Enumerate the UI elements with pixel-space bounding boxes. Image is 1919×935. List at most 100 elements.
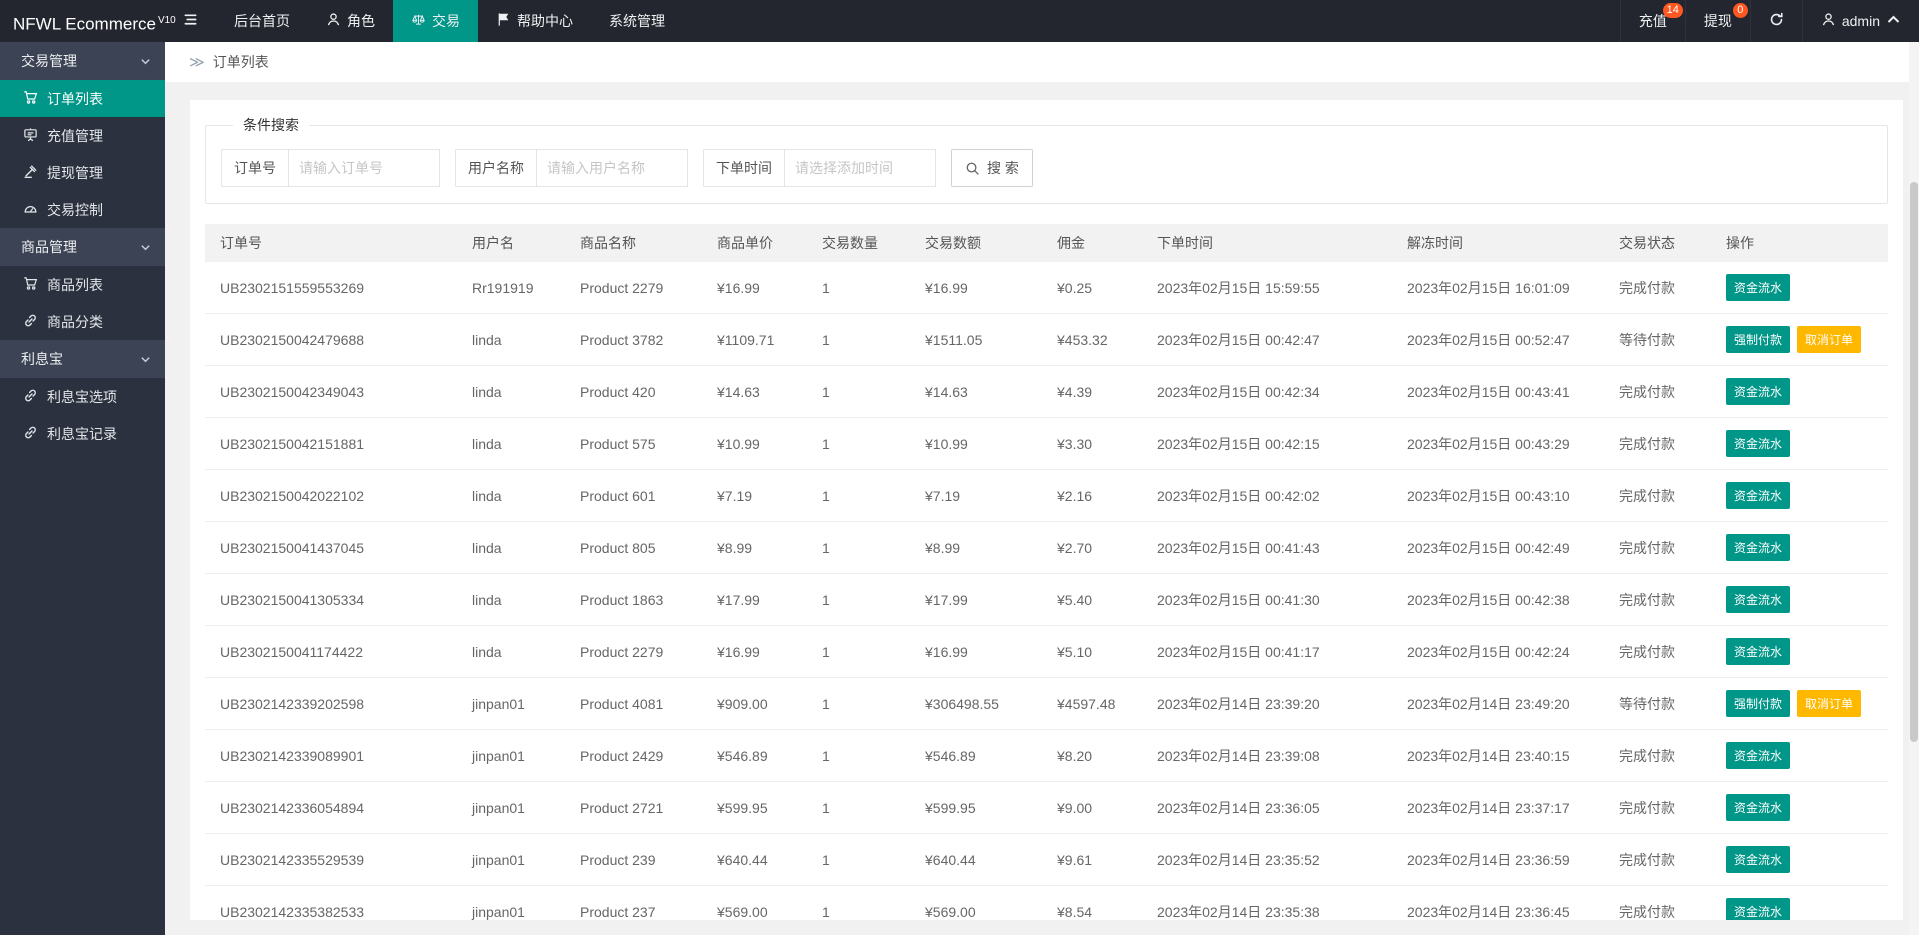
recharge-nav-button[interactable]: 充值 14 — [1619, 0, 1685, 42]
cell-order_time: 2023年02月15日 00:42:15 — [1142, 417, 1392, 470]
fund-flow-button[interactable]: 资金流水 — [1726, 794, 1791, 821]
cell-order_time: 2023年02月15日 00:41:17 — [1142, 625, 1392, 678]
sidebar-group-lixibao[interactable]: 利息宝 — [0, 340, 165, 378]
fund-flow-button[interactable]: 资金流水 — [1726, 638, 1791, 665]
sidebar-group-trade-management[interactable]: 交易管理 — [0, 42, 165, 80]
sidebar-item-label: 交易控制 — [47, 201, 103, 218]
user-name-input[interactable] — [536, 149, 688, 187]
cell-username: jinpan01 — [457, 885, 565, 920]
cell-actions: 资金流水 — [1711, 417, 1888, 470]
sidebar-group-product-management[interactable]: 商品管理 — [0, 228, 165, 266]
cell-commission: ¥4597.48 — [1042, 677, 1142, 730]
cell-order_time: 2023年02月14日 23:35:52 — [1142, 833, 1392, 886]
search-icon — [966, 162, 979, 175]
cell-price: ¥909.00 — [702, 677, 807, 730]
topnav-item-help-center[interactable]: 帮助中心 — [478, 0, 591, 42]
fund-flow-button[interactable]: 资金流水 — [1726, 898, 1791, 920]
cell-order_no: UB2302150041437045 — [205, 521, 457, 574]
search-button[interactable]: 搜 索 — [951, 149, 1033, 187]
fund-flow-button[interactable]: 资金流水 — [1726, 742, 1791, 769]
force-pay-button[interactable]: 强制付款 — [1726, 326, 1791, 353]
force-pay-button[interactable]: 强制付款 — [1726, 690, 1791, 717]
table-row: UB2302151559553269 Rr191919 Product 2279 ¥1… — [205, 262, 1888, 314]
topnav-item-trade[interactable]: 交易 — [393, 0, 478, 42]
cell-qty: 1 — [807, 262, 910, 314]
page-scrollbar — [1909, 42, 1919, 935]
fund-flow-button[interactable]: 资金流水 — [1726, 482, 1791, 509]
sidebar-item-product-category[interactable]: 商品分类 — [0, 303, 165, 340]
sidebar-item-label: 商品分类 — [47, 313, 103, 330]
cell-unfreeze_time: 2023年02月14日 23:36:45 — [1392, 885, 1604, 920]
fund-flow-button[interactable]: 资金流水 — [1726, 378, 1791, 405]
cell-product: Product 420 — [565, 365, 702, 418]
chevron-up-icon — [1886, 12, 1901, 30]
cancel-order-button[interactable]: 取消订单 — [1797, 326, 1862, 353]
cell-commission: ¥3.30 — [1042, 417, 1142, 470]
cell-qty: 1 — [807, 729, 910, 782]
cell-unfreeze_time: 2023年02月15日 16:01:09 — [1392, 262, 1604, 314]
fund-flow-button[interactable]: 资金流水 — [1726, 586, 1791, 613]
cell-product: Product 2279 — [565, 625, 702, 678]
cell-product: Product 2279 — [565, 262, 702, 314]
cell-actions: 资金流水 — [1711, 573, 1888, 626]
cell-commission: ¥9.61 — [1042, 833, 1142, 886]
topnav-item-roles[interactable]: 角色 — [308, 0, 393, 42]
cell-amount: ¥7.19 — [910, 469, 1042, 522]
cell-qty: 1 — [807, 677, 910, 730]
cell-product: Product 601 — [565, 469, 702, 522]
admin-label: admin — [1841, 13, 1880, 29]
order-time-field-group: 下单时间 — [703, 149, 936, 187]
topnav-item-dashboard[interactable]: 后台首页 — [216, 0, 308, 42]
sidebar-item-product-list[interactable]: 商品列表 — [0, 266, 165, 303]
topnav-items: 后台首页 角色 交易 帮助中心 系统管理 — [165, 0, 683, 42]
cell-status: 等待付款 — [1604, 677, 1711, 730]
cell-unfreeze_time: 2023年02月14日 23:40:15 — [1392, 729, 1604, 782]
sidebar-item-trade-control[interactable]: 交易控制 — [0, 191, 165, 228]
chevron-down-icon — [141, 58, 150, 64]
user-icon — [1821, 12, 1836, 30]
cell-actions: 强制付款 取消订单 — [1711, 677, 1888, 730]
cell-price: ¥8.99 — [702, 521, 807, 574]
order-time-input[interactable] — [784, 149, 936, 187]
cell-username: linda — [457, 365, 565, 418]
sidebar-toggle-button[interactable] — [165, 0, 216, 42]
topnav-item-system-management[interactable]: 系统管理 — [591, 0, 683, 42]
topnav-item-label: 帮助中心 — [517, 13, 573, 29]
cell-order_time: 2023年02月15日 00:41:43 — [1142, 521, 1392, 574]
cell-unfreeze_time: 2023年02月15日 00:43:10 — [1392, 469, 1604, 522]
cell-status: 完成付款 — [1604, 573, 1711, 626]
admin-menu[interactable]: admin — [1801, 0, 1919, 42]
cell-order_time: 2023年02月15日 15:59:55 — [1142, 262, 1392, 314]
topnav-right: 充值 14 提现 0 admin — [1619, 0, 1919, 42]
cell-actions: 资金流水 — [1711, 833, 1888, 886]
cancel-order-button[interactable]: 取消订单 — [1797, 690, 1862, 717]
sidebar-item-label: 提现管理 — [47, 164, 103, 181]
refresh-button[interactable] — [1749, 0, 1802, 42]
orders-table: 订单号 用户名 商品名称 商品单价 交易数量 交易数额 佣金 下单时间 解冻时间 交易状态 操作 U… — [205, 224, 1888, 920]
order-no-input[interactable] — [288, 149, 440, 187]
column-header-amount: 交易数额 — [910, 224, 1042, 262]
recharge-badge: 14 — [1662, 3, 1683, 18]
withdraw-nav-button[interactable]: 提现 0 — [1684, 0, 1750, 42]
topnav-item-label: 角色 — [347, 13, 375, 29]
sidebar-item-lixibao-options[interactable]: 利息宝选项 — [0, 378, 165, 415]
cell-commission: ¥2.16 — [1042, 469, 1142, 522]
column-header-product: 商品名称 — [565, 224, 702, 262]
cell-order_time: 2023年02月15日 00:42:47 — [1142, 313, 1392, 366]
cell-qty: 1 — [807, 625, 910, 678]
fund-flow-button[interactable]: 资金流水 — [1726, 846, 1791, 873]
table-row: UB2302150041437045 linda Product 805 ¥8.99 1… — [205, 521, 1888, 574]
sidebar-item-lixibao-records[interactable]: 利息宝记录 — [0, 415, 165, 452]
scrollbar-thumb[interactable] — [1910, 182, 1918, 742]
fund-flow-button[interactable]: 资金流水 — [1726, 430, 1791, 457]
sidebar-item-recharge-management[interactable]: 充值管理 — [0, 117, 165, 154]
cell-amount: ¥1511.05 — [910, 313, 1042, 366]
fund-flow-button[interactable]: 资金流水 — [1726, 534, 1791, 561]
top-navbar: NFWL Ecommerce V10 后台首页 角色 交易 帮助中心 系统管理 充… — [0, 0, 1919, 42]
cell-actions: 资金流水 — [1711, 885, 1888, 920]
main-area: ≫ 订单列表 条件搜索 订单号 用户名称 下单时间 — [165, 42, 1919, 935]
fund-flow-button[interactable]: 资金流水 — [1726, 274, 1791, 301]
sidebar-item-withdraw-management[interactable]: 提现管理 — [0, 154, 165, 191]
sidebar-item-order-list[interactable]: 订单列表 — [0, 80, 165, 117]
sidebar-group-label: 商品管理 — [21, 239, 77, 255]
